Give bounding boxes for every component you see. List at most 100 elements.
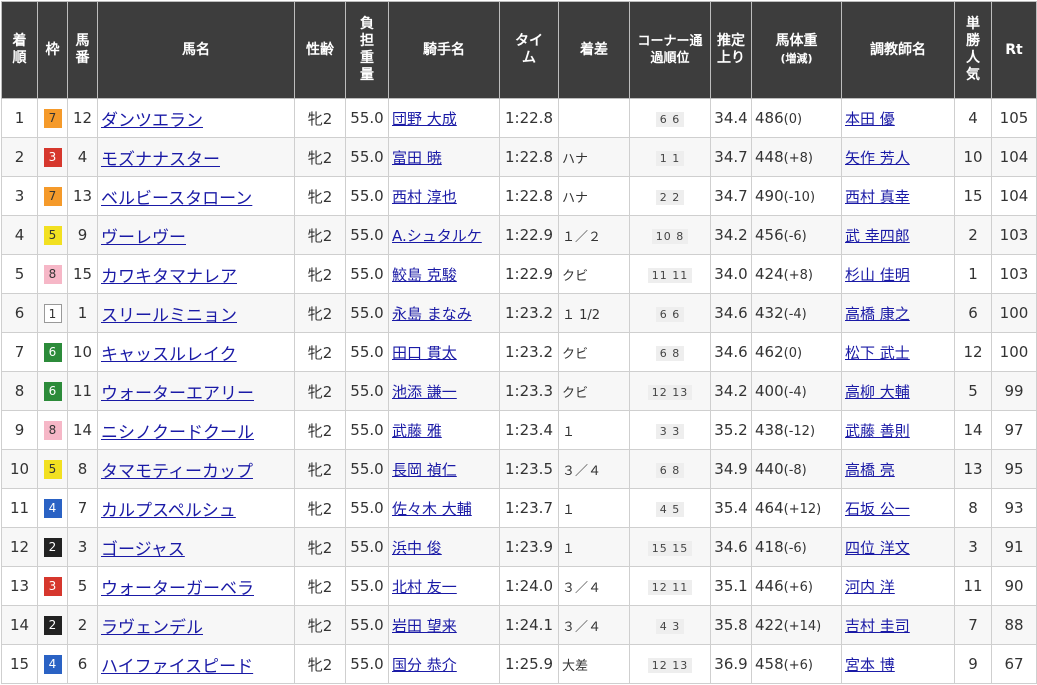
- jockey-cell: A.シュタルケ: [388, 215, 500, 255]
- race-time: 1:22.9: [499, 215, 559, 255]
- trainer-link[interactable]: 高柳 大輔: [845, 383, 910, 401]
- body-weight-cell: 446(+6): [751, 566, 842, 606]
- table-row: 8 6 11 ウォーターエアリー 牝2 55.0 池添 謙一 1:23.3 クビ 12 13 34.…: [1, 371, 1037, 411]
- jockey-link[interactable]: 佐々木 大輔: [392, 500, 472, 518]
- last-3f: 34.2: [710, 215, 752, 255]
- horse-name-link[interactable]: カルプスペルシュ: [101, 501, 236, 521]
- race-time: 1:24.0: [499, 566, 559, 606]
- body-weight-cell: 486(0): [751, 98, 842, 138]
- sex-age: 牝2: [294, 254, 346, 294]
- trainer-link[interactable]: 高橋 康之: [845, 305, 910, 323]
- bracket-badge: 5: [43, 226, 62, 245]
- finish-position: 6: [1, 293, 38, 333]
- table-row: 10 5 8 タマモティーカップ 牝2 55.0 長岡 禎仁 1:23.5 ３／４ 6 8 34.9…: [1, 449, 1037, 489]
- horse-name-link[interactable]: ラヴェンデル: [101, 618, 203, 638]
- jockey-link[interactable]: 武藤 雅: [392, 422, 442, 440]
- finish-margin: ３／４: [558, 566, 630, 606]
- finish-position: 1: [1, 98, 38, 138]
- rating: 104: [991, 176, 1037, 216]
- jockey-link[interactable]: 団野 大成: [392, 110, 457, 128]
- horse-name-link[interactable]: ヴーレヴー: [101, 228, 186, 248]
- horse-name-link[interactable]: ゴージャス: [101, 540, 185, 560]
- trainer-link[interactable]: 西村 真幸: [845, 188, 910, 206]
- bracket-badge: 4: [43, 499, 62, 518]
- jockey-link[interactable]: 浜中 俊: [392, 539, 442, 557]
- horse-name-cell: モズナナスター: [97, 137, 295, 177]
- jockey-link[interactable]: 岩田 望来: [392, 617, 457, 635]
- body-weight-change: (-4): [783, 385, 807, 400]
- jockey-link[interactable]: A.シュタルケ: [392, 227, 482, 245]
- horse-name-link[interactable]: ベルビースタローン: [101, 189, 252, 209]
- horse-name-link[interactable]: ハイファイスピード: [101, 657, 253, 677]
- finish-position: 8: [1, 371, 38, 411]
- win-popularity: 6: [954, 293, 992, 333]
- last-3f: 34.2: [710, 371, 752, 411]
- trainer-link[interactable]: 石坂 公一: [845, 500, 910, 518]
- bracket-cell: 4: [37, 644, 68, 684]
- jockey-link[interactable]: 西村 淳也: [392, 188, 457, 206]
- finish-position: 12: [1, 527, 38, 567]
- horse-name-cell: タマモティーカップ: [97, 449, 295, 489]
- horse-name-link[interactable]: ウォーターエアリー: [101, 384, 254, 404]
- bracket-cell: 3: [37, 137, 68, 177]
- trainer-link[interactable]: 杉山 佳明: [845, 266, 910, 284]
- jockey-cell: 浜中 俊: [388, 527, 500, 567]
- carried-weight: 55.0: [345, 527, 389, 567]
- jockey-link[interactable]: 田口 貫太: [392, 344, 457, 362]
- body-weight: 422: [755, 616, 784, 634]
- body-weight: 486: [755, 109, 784, 127]
- header-name: 馬名: [97, 1, 295, 99]
- last-3f: 34.6: [710, 293, 752, 333]
- bracket-badge: 6: [43, 382, 62, 401]
- jockey-link[interactable]: 富田 暁: [392, 149, 442, 167]
- horse-number: 7: [67, 488, 98, 528]
- body-weight: 490: [755, 187, 784, 205]
- trainer-link[interactable]: 本田 優: [845, 110, 895, 128]
- body-weight-cell: 456(-6): [751, 215, 842, 255]
- jockey-link[interactable]: 永島 まなみ: [392, 305, 472, 323]
- bracket-badge: 3: [43, 148, 62, 167]
- horse-name-link[interactable]: ダンツエラン: [101, 111, 203, 131]
- trainer-link[interactable]: 武 幸四郎: [845, 227, 910, 245]
- jockey-link[interactable]: 池添 謙一: [392, 383, 457, 401]
- trainer-link[interactable]: 高橋 亮: [845, 461, 895, 479]
- horse-name-link[interactable]: キャッスルレイク: [101, 345, 237, 365]
- race-time: 1:22.8: [499, 176, 559, 216]
- horse-name-link[interactable]: タマモティーカップ: [101, 462, 253, 482]
- sex-age: 牝2: [294, 644, 346, 684]
- trainer-link[interactable]: 矢作 芳人: [845, 149, 910, 167]
- trainer-link[interactable]: 吉村 圭司: [845, 617, 910, 635]
- bracket-badge: 4: [43, 655, 62, 674]
- bracket-cell: 5: [37, 449, 68, 489]
- trainer-link[interactable]: 四位 洋文: [845, 539, 910, 557]
- sex-age: 牝2: [294, 527, 346, 567]
- finish-position: 7: [1, 332, 38, 372]
- jockey-link[interactable]: 鮫島 克駿: [392, 266, 457, 284]
- trainer-link[interactable]: 松下 武士: [845, 344, 910, 362]
- horse-name-link[interactable]: ニシノクードクール: [101, 423, 254, 443]
- trainer-cell: 高柳 大輔: [841, 371, 955, 411]
- rating: 88: [991, 605, 1037, 645]
- body-weight-cell: 440(-8): [751, 449, 842, 489]
- horse-name-link[interactable]: スリールミニョン: [101, 306, 237, 326]
- trainer-link[interactable]: 河内 洋: [845, 578, 895, 596]
- horse-number: 11: [67, 371, 98, 411]
- trainer-link[interactable]: 武藤 善則: [845, 422, 910, 440]
- horse-name-link[interactable]: モズナナスター: [101, 150, 220, 170]
- bracket-cell: 7: [37, 176, 68, 216]
- race-time: 1:25.9: [499, 644, 559, 684]
- finish-margin: １／２: [558, 215, 630, 255]
- horse-name-link[interactable]: カワキタマナレア: [101, 267, 237, 287]
- win-popularity: 14: [954, 410, 992, 450]
- jockey-link[interactable]: 長岡 禎仁: [392, 461, 457, 479]
- sex-age: 牝2: [294, 293, 346, 333]
- jockey-link[interactable]: 国分 恭介: [392, 656, 457, 674]
- race-time: 1:23.5: [499, 449, 559, 489]
- horse-name-cell: カワキタマナレア: [97, 254, 295, 294]
- horse-name-link[interactable]: ウォーターガーベラ: [101, 579, 254, 599]
- jockey-link[interactable]: 北村 友一: [392, 578, 457, 596]
- table-row: 7 6 10 キャッスルレイク 牝2 55.0 田口 貫太 1:23.2 クビ 6 8 34.6 46…: [1, 332, 1037, 372]
- trainer-link[interactable]: 宮本 博: [845, 656, 895, 674]
- body-weight-change: (-4): [783, 307, 807, 322]
- corner-cell: 12 13: [629, 371, 711, 411]
